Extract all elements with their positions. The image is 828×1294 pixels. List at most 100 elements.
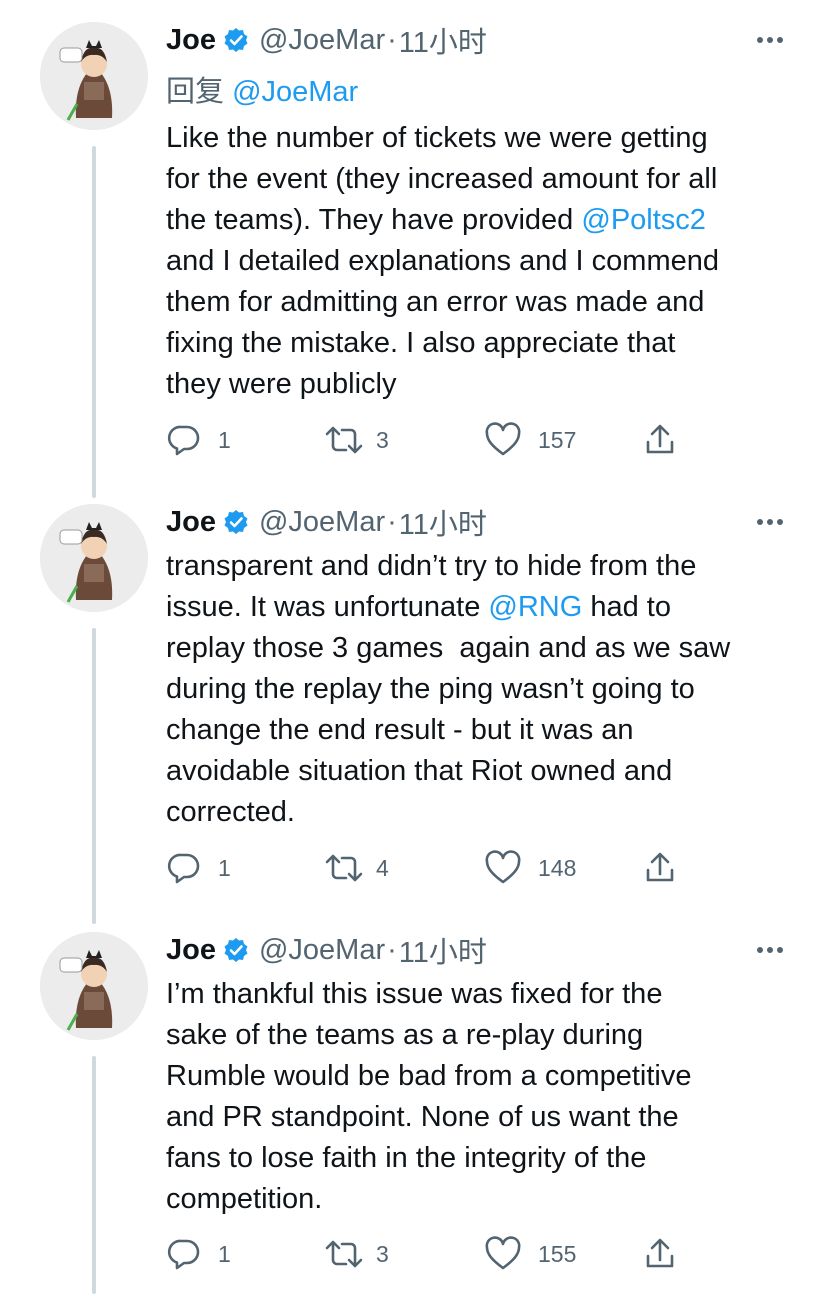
timestamp[interactable]: 11小时 (399, 19, 487, 61)
author-name[interactable]: Joe (166, 934, 216, 967)
text-segment: issue. It was unfortunate (166, 591, 489, 623)
tweet-text-line: for the event (they increased amount for… (166, 159, 796, 200)
share-icon (646, 852, 674, 882)
author-handle[interactable]: @JoeMar (259, 934, 385, 967)
like-button[interactable]: 155 (484, 1234, 576, 1274)
tweet-text-line: and PR standpoint. None of us want the (166, 1097, 796, 1138)
reply-button[interactable]: 1 (166, 420, 231, 460)
text-segment: fans to lose faith in the integrity of t… (166, 1142, 647, 1174)
retweet-button[interactable]: 3 (324, 420, 389, 460)
share-button[interactable] (642, 1234, 678, 1274)
share-icon (646, 1238, 674, 1268)
avatar[interactable] (40, 932, 148, 1040)
text-segment: change the end result - but it was an (166, 714, 634, 746)
share-button[interactable] (642, 420, 678, 460)
reply-icon (167, 425, 200, 456)
tweet-2[interactable]: Joe @JoeMar · 11小时 transparent and didn’… (0, 482, 828, 924)
mention-link[interactable]: @Poltsc2 (581, 204, 706, 236)
like-count: 157 (538, 426, 577, 453)
avatar[interactable] (40, 22, 148, 130)
like-button[interactable]: 157 (484, 420, 576, 460)
text-segment: transparent and didn’t try to hide from … (166, 550, 697, 582)
mention-link[interactable]: @RNG (488, 591, 582, 623)
tweet-text-line: Rumble would be bad from a competitive (166, 1056, 796, 1097)
more-options-icon[interactable] (752, 30, 788, 50)
retweet-count: 3 (376, 426, 389, 453)
text-segment: avoidable situation that Riot owned and (166, 755, 673, 787)
text-segment: corrected. (166, 796, 295, 828)
text-segment: for the event (they increased amount for… (166, 163, 718, 195)
tweet-actions: 1 4 148 (166, 848, 706, 888)
tweet-text-line: transparent and didn’t try to hide from … (166, 546, 796, 587)
share-button[interactable] (642, 848, 678, 888)
tweet-text-line: competition. (166, 1179, 796, 1220)
tweet-text-line: and I detailed explanations and I commen… (166, 241, 796, 282)
reply-button[interactable]: 1 (166, 1234, 231, 1274)
avatar-image (40, 932, 148, 1040)
tweet-text-line: Like the number of tickets we were getti… (166, 118, 796, 159)
tweet-3[interactable]: Joe @JoeMar · 11小时 I’m thankful this iss… (0, 910, 828, 1294)
like-icon (485, 1236, 521, 1270)
tweet-text: Like the number of tickets we were getti… (166, 118, 796, 405)
tweet-text-line: they were publicly (166, 364, 796, 405)
reply-icon (167, 1239, 200, 1270)
retweet-count: 4 (376, 854, 389, 881)
reply-prefix: 回复 (166, 76, 225, 108)
tweet-text-line: the teams). They have provided @Poltsc2 (166, 200, 796, 241)
tweet-text-line: avoidable situation that Riot owned and (166, 751, 796, 792)
tweet-text: transparent and didn’t try to hide from … (166, 546, 796, 833)
tweet-actions: 1 3 157 (166, 420, 706, 460)
reply-count: 1 (218, 426, 231, 453)
thread-line (92, 1056, 96, 1294)
like-icon (485, 422, 521, 456)
more-options-icon[interactable] (752, 940, 788, 960)
timestamp[interactable]: 11小时 (399, 929, 487, 971)
text-segment: Like the number of tickets we were getti… (166, 122, 708, 154)
tweet-text-line: replay those 3 games again and as we saw (166, 628, 796, 669)
tweet-text-line: sake of the teams as a re-play during (166, 1015, 796, 1056)
text-segment: had to (582, 591, 671, 623)
reply-count: 1 (218, 854, 231, 881)
tweet-1[interactable]: Joe @JoeMar · 11小时 回复 @JoeMar Like the n… (0, 0, 828, 498)
author-name[interactable]: Joe (166, 506, 216, 539)
retweet-icon (325, 426, 363, 454)
reply-button[interactable]: 1 (166, 848, 231, 888)
separator-dot: · (387, 933, 397, 966)
tweet-header: Joe @JoeMar · 11小时 (166, 930, 487, 970)
tweet-actions: 1 3 155 (166, 1234, 706, 1274)
retweet-button[interactable]: 4 (324, 848, 389, 888)
avatar-image (40, 22, 148, 130)
retweet-button[interactable]: 3 (324, 1234, 389, 1274)
reply-to-handle-link[interactable]: @JoeMar (232, 76, 358, 108)
text-segment: fixing the mistake. I also appreciate th… (166, 327, 676, 359)
text-segment: sake of the teams as a re-play during (166, 1019, 644, 1051)
verified-badge-icon (223, 509, 249, 535)
tweet-text-line: I’m thankful this issue was fixed for th… (166, 974, 796, 1015)
verified-badge-icon (223, 937, 249, 963)
like-count: 148 (538, 854, 577, 881)
more-options-icon[interactable] (752, 512, 788, 532)
timestamp[interactable]: 11小时 (399, 501, 487, 543)
avatar-image (40, 504, 148, 612)
text-segment: during the replay the ping wasn’t going … (166, 673, 695, 705)
text-segment: and I detailed explanations and I commen… (166, 245, 719, 277)
tweet-text: I’m thankful this issue was fixed for th… (166, 974, 796, 1220)
reply-context: 回复 @JoeMar (166, 68, 358, 110)
text-segment: replay those 3 games again and as we saw (166, 632, 731, 664)
tweet-text-line: them for admitting an error was made and (166, 282, 796, 323)
tweet-text-line: change the end result - but it was an (166, 710, 796, 751)
author-name[interactable]: Joe (166, 24, 216, 57)
tweet-text-line: fans to lose faith in the integrity of t… (166, 1138, 796, 1179)
like-button[interactable]: 148 (484, 848, 576, 888)
tweet-header: Joe @JoeMar · 11小时 (166, 20, 487, 60)
text-segment: I’m thankful this issue was fixed for th… (166, 978, 663, 1010)
author-handle[interactable]: @JoeMar (259, 24, 385, 57)
text-segment: Rumble would be bad from a competitive (166, 1060, 692, 1092)
avatar[interactable] (40, 504, 148, 612)
like-icon (485, 850, 521, 884)
author-handle[interactable]: @JoeMar (259, 506, 385, 539)
retweet-count: 3 (376, 1240, 389, 1267)
share-icon (646, 424, 674, 454)
text-segment: the teams). They have provided (166, 204, 582, 236)
tweet-text-line: during the replay the ping wasn’t going … (166, 669, 796, 710)
